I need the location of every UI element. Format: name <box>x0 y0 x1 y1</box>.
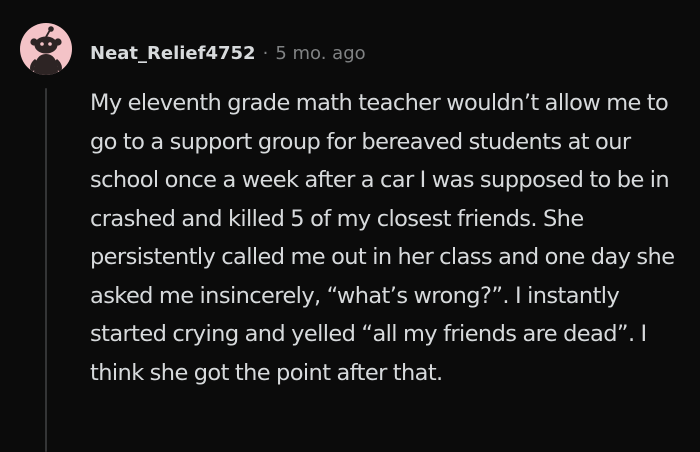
thread-collapse-line[interactable] <box>45 88 47 452</box>
reddit-snoo-avatar-icon[interactable] <box>20 23 72 75</box>
comment-header: Neat_Relief4752 · 5 mo. ago <box>90 38 366 68</box>
username-link[interactable]: Neat_Relief4752 <box>90 43 256 64</box>
separator-dot: · <box>262 42 269 64</box>
comment-body: My eleventh grade math teacher wouldn’t … <box>90 90 675 386</box>
timestamp-link[interactable]: 5 mo. ago <box>275 43 365 64</box>
comment: Neat_Relief4752 · 5 mo. ago My eleventh … <box>0 0 700 452</box>
